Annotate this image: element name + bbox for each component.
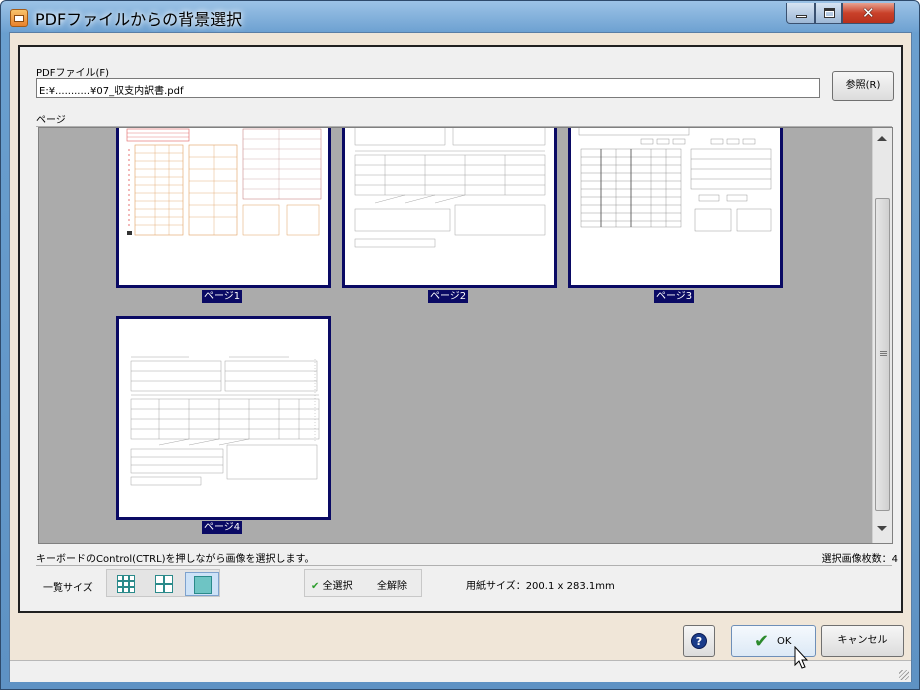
page-label-1[interactable]: ページ1 xyxy=(202,290,243,303)
close-icon: ✕ xyxy=(862,4,875,22)
help-icon: ? xyxy=(691,633,707,649)
minimize-icon xyxy=(796,15,807,18)
scroll-up-arrow-icon[interactable] xyxy=(877,136,887,141)
cancel-button[interactable]: キャンセル xyxy=(821,625,904,657)
page-label-3[interactable]: ページ3 xyxy=(654,290,695,303)
scroll-down-arrow-icon[interactable] xyxy=(877,526,887,531)
size-large-button[interactable] xyxy=(185,572,219,596)
selection-hint: キーボードのControl(CTRL)を押しながら画像を選択します。 xyxy=(36,554,315,565)
resize-grip-icon[interactable] xyxy=(899,670,909,680)
deselect-all-button[interactable]: 全解除 xyxy=(377,577,407,592)
browse-button[interactable]: 参照(R) xyxy=(832,71,894,101)
dialog-client: PDFファイル(F) E:¥...........¥07_収支内訳書.pdf 参… xyxy=(9,32,912,682)
page-thumbnail-2[interactable] xyxy=(342,128,557,288)
pages-label: ページ xyxy=(36,115,66,126)
select-all-label: 全選択 xyxy=(322,581,353,592)
dialog-window: PDFファイルからの背景選択 ✕ PDFファイル(F) E:¥.........… xyxy=(0,0,920,690)
check-icon: ✔ xyxy=(311,581,320,592)
selected-count: 選択画像枚数：4 xyxy=(821,554,898,565)
size-medium-button[interactable] xyxy=(147,572,181,596)
pdf-file-label: PDFファイル(F) xyxy=(36,68,110,79)
window-title: PDFファイルからの背景選択 xyxy=(35,10,243,29)
page-thumbnail-3[interactable] xyxy=(568,128,783,288)
ok-label: OK xyxy=(777,636,792,647)
pdf-path-field[interactable]: E:¥...........¥07_収支内訳書.pdf xyxy=(36,78,820,98)
page-thumbnail-4[interactable] xyxy=(116,316,331,520)
mouse-cursor-icon xyxy=(794,646,809,669)
help-button[interactable]: ? xyxy=(683,625,715,657)
bottom-divider xyxy=(36,565,892,568)
size-small-button[interactable] xyxy=(109,572,143,596)
list-size-toggle-group xyxy=(106,569,220,597)
status-strip xyxy=(10,660,911,682)
page-label-2[interactable]: ページ2 xyxy=(428,290,469,303)
maximize-icon xyxy=(824,8,835,18)
page-3-preview xyxy=(578,128,772,232)
title-bar[interactable]: PDFファイルからの背景選択 ✕ xyxy=(1,1,919,33)
page-thumbnail-viewer[interactable]: ページ1 ページ2 ページ3 ページ4 xyxy=(38,127,893,544)
close-button[interactable]: ✕ xyxy=(842,3,895,24)
grid-large-icon xyxy=(194,576,212,594)
scrollbar-thumb[interactable] xyxy=(875,198,890,511)
maximize-button[interactable] xyxy=(815,3,842,24)
minimize-button[interactable] xyxy=(786,3,815,24)
selection-button-group: ✔ 全選択 全解除 xyxy=(304,569,422,597)
scrollbar-grip-icon xyxy=(880,351,887,352)
grid-medium-icon xyxy=(155,575,173,593)
page-thumbnail-1[interactable] xyxy=(116,128,331,288)
page-label-4[interactable]: ページ4 xyxy=(202,521,243,534)
page-1-preview xyxy=(126,128,322,236)
ok-check-icon: ✔ xyxy=(754,631,770,652)
paper-size-label: 用紙サイズ：200.1 x 283.1mm xyxy=(466,581,615,592)
app-icon xyxy=(10,9,28,27)
page-2-preview xyxy=(354,128,546,248)
select-all-button[interactable]: ✔ 全選択 xyxy=(311,577,353,592)
main-panel: PDFファイル(F) E:¥...........¥07_収支内訳書.pdf 参… xyxy=(18,45,903,613)
page-4-preview xyxy=(130,356,320,486)
grid-small-icon xyxy=(117,575,135,593)
vertical-scrollbar[interactable] xyxy=(872,128,892,543)
list-size-label: 一覧サイズ xyxy=(43,583,93,594)
